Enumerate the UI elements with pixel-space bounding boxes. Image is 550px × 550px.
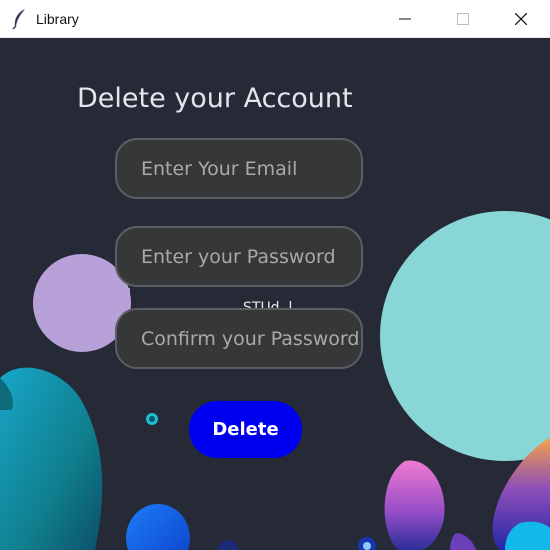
- maximize-button[interactable]: [434, 0, 492, 38]
- background-decoration: [0, 211, 550, 550]
- app-window: Library Delete your Account Enter Your E…: [0, 0, 550, 550]
- minimize-icon: [399, 18, 411, 20]
- confirm-password-field[interactable]: [115, 308, 363, 369]
- main-panel: Delete your Account STUd..l.. Delete: [0, 38, 550, 550]
- close-button[interactable]: [492, 0, 550, 38]
- delete-button[interactable]: Delete: [189, 401, 302, 458]
- window-title: Library: [36, 10, 79, 27]
- close-icon: [515, 13, 527, 25]
- title-bar: Library: [0, 0, 550, 38]
- feather-icon: [12, 8, 25, 30]
- window-controls: [376, 0, 550, 38]
- maximize-icon: [457, 13, 469, 25]
- minimize-button[interactable]: [376, 0, 434, 38]
- page-title: Delete your Account: [77, 83, 353, 114]
- password-field[interactable]: [115, 226, 363, 287]
- email-field[interactable]: [115, 138, 363, 199]
